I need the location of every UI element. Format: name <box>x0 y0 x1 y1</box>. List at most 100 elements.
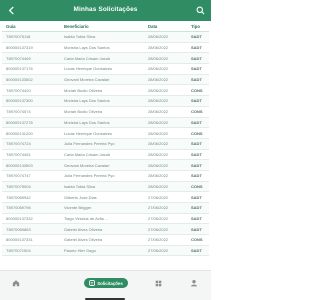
row-data: 28/06/2022 <box>148 183 169 189</box>
row-data: 28/06/2022 <box>148 98 169 104</box>
table-row[interactable]: 800000133502 Geovani Moreira Cavalari 28/0… <box>2 74 209 86</box>
table-row[interactable]: 800000137331 Gabriel Alves Oliveira 27/06/… <box>2 235 209 246</box>
table-row[interactable]: 800000137319 Morisha Lays Dos Santos 28/06… <box>2 43 209 54</box>
row-guia: 800000137300 <box>6 98 33 104</box>
row-beneficiario: Moriah Bodio Oliveira <box>64 87 103 93</box>
row-data: 28/06/2022 <box>148 151 169 157</box>
row-data: 28/06/2022 <box>148 34 169 40</box>
row-tipo: SADT <box>191 162 202 168</box>
row-tipo: SADT <box>191 151 202 157</box>
row-guia: T8970074420 <box>6 87 31 93</box>
row-data: 28/06/2022 <box>148 162 169 168</box>
table-row[interactable]: 800000137176 Lucas Henrique Gonsalves 28/0… <box>2 64 209 75</box>
row-tipo: SADT <box>191 205 202 211</box>
table-row[interactable]: 800000133503 Geovani Moreira Cavalari 28/0… <box>2 160 209 171</box>
row-guia: 800000137332 <box>6 216 33 222</box>
header-data[interactable]: Data <box>146 24 189 29</box>
requests-icon <box>89 280 96 286</box>
row-tipo: SADT <box>191 77 202 83</box>
header-tipo[interactable]: Tipo <box>189 24 209 29</box>
row-guia: T8970074469 <box>6 55 31 61</box>
row-beneficiario: Tiago Vinicius de Avila ... <box>64 216 109 222</box>
nav-profile[interactable] <box>180 271 208 295</box>
row-data: 28/06/2022 <box>148 87 169 93</box>
nav-solicitacoes[interactable]: Solicitações <box>76 271 136 295</box>
row-tipo: CONS <box>191 130 203 136</box>
bottom-navigation: Solicitações <box>0 270 211 300</box>
table-row[interactable]: 800000137276 Morisha Lays Dos Santos 28/06… <box>2 117 209 129</box>
table-row[interactable]: T8970074451 Carla Maria Crisam Jacob 28/06… <box>2 150 209 161</box>
table-row[interactable]: T8970075004 Isabla Tobia Silva 28/06/2022 C… <box>2 181 209 193</box>
row-data: 27/06/2022 <box>148 248 169 254</box>
row-data: 28/06/2022 <box>148 77 169 83</box>
row-tipo: SADT <box>191 141 202 147</box>
row-beneficiario: Moriah Bodio Oliveira <box>64 109 103 115</box>
row-tipo: SADT <box>191 66 202 72</box>
row-beneficiario: Gabriel Alves Oliveira <box>64 237 103 243</box>
header-beneficiario[interactable]: Beneficiario <box>62 24 146 29</box>
row-beneficiario: Julia Fernandes Pereira Pyo <box>64 173 115 179</box>
table-row[interactable]: T8970069863 Gabriel Alves Oliveira 27/06/2… <box>2 224 209 236</box>
row-beneficiario: Morisha Lays Dos Santos <box>64 98 110 104</box>
row-data: 27/06/2022 <box>148 237 169 243</box>
row-tipo: SADT <box>191 173 202 179</box>
row-beneficiario: Lucas Henrique Gonsalves <box>64 66 113 72</box>
header-guia[interactable]: Guia <box>2 24 62 29</box>
row-data: 28/06/2022 <box>148 66 169 72</box>
nav-grid[interactable] <box>146 271 170 295</box>
row-guia: T8970075118 <box>6 34 31 40</box>
row-beneficiario: Gabriel Alves Oliveira <box>64 226 103 232</box>
row-beneficiario: Vicente Brigger <box>64 205 92 211</box>
row-beneficiario: Morisha Lays Dos Santos <box>64 119 110 125</box>
row-guia: T8970069863 <box>6 226 31 232</box>
page-title: Minhas Solicitações <box>73 6 138 13</box>
row-tipo: SADT <box>191 34 202 40</box>
table-row[interactable]: T8970074469 Carla Maria Crisam Jacob 28/06… <box>2 53 209 65</box>
row-data: 28/06/2022 <box>148 119 169 125</box>
home-icon <box>12 280 20 287</box>
table-row[interactable]: T8970074574 Moriah Bodio Oliveira 28/06/20… <box>2 107 209 118</box>
nav-solicitacoes-label: Solicitações <box>97 280 123 286</box>
table-row[interactable]: T8970074724 Julia Fernandes Pereira Pyo 28… <box>2 138 209 150</box>
row-beneficiario: Morisha Lays Dos Santos <box>64 45 110 51</box>
row-tipo: SADT <box>191 55 202 61</box>
row-guia: 800000137331 <box>6 237 33 243</box>
table-row[interactable]: T8970069796 Vicente Brigger 27/06/2022 SADT <box>2 203 209 214</box>
requests-table: Guia Beneficiario Data Tipo T8970075118 I… <box>2 22 209 257</box>
row-tipo: SADT <box>191 119 202 125</box>
table-row[interactable]: 800000137332 Tiago Vinicius de Avila ... 2… <box>2 214 209 225</box>
row-data: 27/06/2022 <box>148 226 169 232</box>
row-tipo: SADT <box>191 98 202 104</box>
row-guia: T8970074747 <box>6 173 31 179</box>
profile-icon <box>190 279 198 287</box>
table-header: Guia Beneficiario Data Tipo <box>2 22 209 32</box>
row-data: 28/06/2022 <box>148 130 169 136</box>
search-icon[interactable] <box>193 3 207 17</box>
row-data: 28/06/2022 <box>148 55 169 61</box>
row-tipo: CONS <box>191 237 203 243</box>
row-guia: 800000131200 <box>6 130 33 136</box>
table-row[interactable]: T8970074747 Julia Fernandes Pereira Pyo 28… <box>2 171 209 182</box>
table-row[interactable]: T8970071504 Pauelo Hier Gago 27/06/2022 SAD… <box>2 245 209 257</box>
row-tipo: SADT <box>191 216 202 222</box>
row-guia: T8970071504 <box>6 248 31 254</box>
table-row[interactable]: T8970074420 Moriah Bodio Oliveira 28/06/20… <box>2 85 209 97</box>
app-bar: Minhas Solicitações <box>0 0 211 21</box>
row-guia: T8970069942 <box>6 194 31 200</box>
table-row[interactable]: 800000131200 Lucas Henrique Gonsalves 28/0… <box>2 128 209 139</box>
row-guia: 800000137276 <box>6 119 33 125</box>
row-guia: 800000137176 <box>6 66 33 72</box>
table-row[interactable]: T8970069942 Gilberto Jose Dias 27/06/2022 S… <box>2 192 209 203</box>
table-row[interactable]: T8970075118 Isabla Tobia Silva 28/06/2022 S… <box>2 32 209 43</box>
row-guia: T8970074724 <box>6 141 31 147</box>
row-beneficiario: Carla Maria Crisam Jacob <box>64 151 111 157</box>
nav-solicitacoes-pill[interactable]: Solicitações <box>84 278 128 288</box>
row-guia: T8970069796 <box>6 205 31 211</box>
row-beneficiario: Pauelo Hier Gago <box>64 248 96 254</box>
row-data: 28/06/2022 <box>148 109 169 115</box>
table-row[interactable]: 800000137300 Morisha Lays Dos Santos 28/06… <box>2 96 209 107</box>
row-data: 27/06/2022 <box>148 205 169 211</box>
row-beneficiario: Geovani Moreira Cavalari <box>64 162 110 168</box>
nav-home[interactable] <box>0 271 32 295</box>
row-beneficiario: Carla Maria Crisam Jacob <box>64 55 111 61</box>
